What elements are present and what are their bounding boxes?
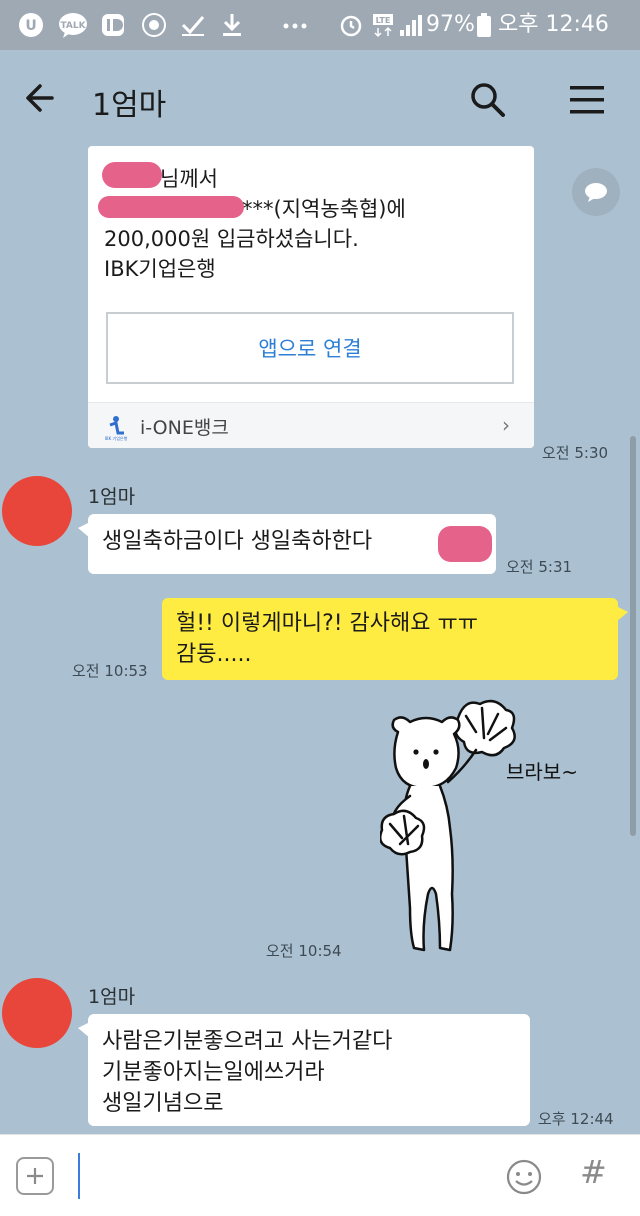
svg-text:TALK: TALK bbox=[60, 21, 86, 31]
message-time: 오전 10:54 bbox=[266, 942, 342, 960]
bear-cheer-sticker[interactable] bbox=[380, 698, 600, 968]
message-time: 오전 5:31 bbox=[506, 558, 573, 576]
message-text: 감동..... bbox=[176, 642, 252, 667]
lte-icon: LTE bbox=[372, 12, 394, 38]
deposit-bank-line: IBK기업은행 bbox=[104, 257, 216, 281]
sender-name: 1엄마 bbox=[88, 486, 136, 508]
incoming-message[interactable]: 사람은기분좋으려고 사는거같다 기분좋아지는일에쓰거라 생일기념으로 bbox=[78, 1014, 530, 1126]
avatar[interactable] bbox=[2, 978, 72, 1048]
hamburger-menu-icon bbox=[570, 86, 604, 114]
bank-app-footer[interactable]: IBK 기업은행 i-ONE뱅크 › bbox=[88, 402, 534, 448]
redaction-mark bbox=[438, 526, 492, 562]
message-input-bar: # bbox=[0, 1134, 640, 1216]
emoticon-button[interactable] bbox=[504, 1157, 544, 1197]
u-plus-icon: U bbox=[18, 12, 44, 38]
search-icon bbox=[471, 83, 505, 117]
redaction-mark bbox=[98, 196, 244, 218]
plus-icon bbox=[27, 1168, 43, 1184]
scrollbar[interactable] bbox=[630, 436, 636, 836]
message-text: 사람은기분좋으려고 사는거같다 bbox=[102, 1029, 393, 1054]
redaction-mark bbox=[102, 162, 162, 188]
smiley-icon bbox=[506, 1159, 542, 1195]
message-input[interactable] bbox=[78, 1153, 478, 1199]
deposit-sender-line: 님께서 bbox=[160, 167, 218, 191]
weather-icon bbox=[140, 12, 168, 38]
sticker-caption: 브라보~ bbox=[506, 760, 578, 784]
ibk-logo-icon: IBK 기업은행 bbox=[105, 416, 128, 441]
download-icon bbox=[220, 12, 244, 38]
clock: 오후 12:46 bbox=[498, 12, 609, 37]
svg-text:IBK 기업은행: IBK 기업은행 bbox=[105, 435, 128, 441]
message-time: 오후 12:44 bbox=[538, 1110, 614, 1128]
incoming-message[interactable]: 생일축하금이다 생일축하한다 bbox=[78, 514, 496, 574]
deposit-account-line: ***(지역농축협)에 bbox=[242, 197, 406, 221]
app-bar: 1엄마 bbox=[0, 50, 640, 146]
svg-text:U: U bbox=[25, 18, 36, 34]
kakaotalk-icon: TALK bbox=[58, 12, 88, 38]
message-text: 생일기념으로 bbox=[102, 1091, 224, 1116]
id-icon bbox=[100, 12, 126, 38]
deposit-amount-line: 200,000원 입금하셨습니다. bbox=[104, 227, 359, 251]
avatar[interactable] bbox=[2, 476, 72, 546]
signal-icon bbox=[398, 12, 424, 38]
message-time: 오전 5:30 bbox=[542, 444, 609, 462]
bank-deposit-card: 님께서 ***(지역농축협)에 200,000원 입금하셨습니다. IBK기업은… bbox=[88, 146, 534, 448]
message-time: 오전 10:53 bbox=[72, 662, 148, 680]
status-bar: U TALK LTE 97% 오후 12:46 bbox=[0, 0, 640, 50]
back-button[interactable] bbox=[20, 78, 64, 118]
bank-deposit-text: 님께서 ***(지역농축협)에 200,000원 입금하셨습니다. IBK기업은… bbox=[104, 164, 524, 284]
menu-button[interactable] bbox=[566, 80, 610, 120]
battery-icon bbox=[476, 12, 492, 38]
more-icon bbox=[280, 12, 310, 38]
battery-percentage: 97% bbox=[426, 12, 475, 37]
outgoing-message[interactable]: 헐!! 이렇게마니?! 감사해요 ㅠㅠ 감동..... bbox=[162, 598, 628, 680]
speech-bubble-icon bbox=[585, 183, 607, 202]
svg-text:LTE: LTE bbox=[376, 16, 391, 25]
hashtag-search-button[interactable]: # bbox=[580, 1153, 607, 1191]
attach-button[interactable] bbox=[16, 1157, 54, 1195]
search-button[interactable] bbox=[466, 78, 510, 122]
hash-icon: # bbox=[580, 1153, 607, 1191]
open-app-button[interactable]: 앱으로 연결 bbox=[106, 312, 514, 384]
sender-name: 1엄마 bbox=[88, 986, 136, 1008]
share-button[interactable] bbox=[572, 168, 620, 216]
chat-title: 1엄마 bbox=[92, 88, 167, 123]
alarm-icon bbox=[338, 12, 364, 38]
chevron-right-icon: › bbox=[502, 413, 510, 437]
arrow-left-icon bbox=[26, 84, 54, 112]
chat-area[interactable]: 님께서 ***(지역농축협)에 200,000원 입금하셨습니다. IBK기업은… bbox=[0, 146, 640, 1134]
message-text: 헐!! 이렇게마니?! 감사해요 ㅠㅠ bbox=[176, 611, 478, 636]
message-text: 기분좋아지는일에쓰거라 bbox=[102, 1060, 325, 1085]
check-icon bbox=[180, 12, 206, 38]
message-text: 생일축하금이다 생일축하한다 bbox=[102, 529, 373, 554]
bank-app-name: i-ONE뱅크 bbox=[140, 417, 229, 439]
